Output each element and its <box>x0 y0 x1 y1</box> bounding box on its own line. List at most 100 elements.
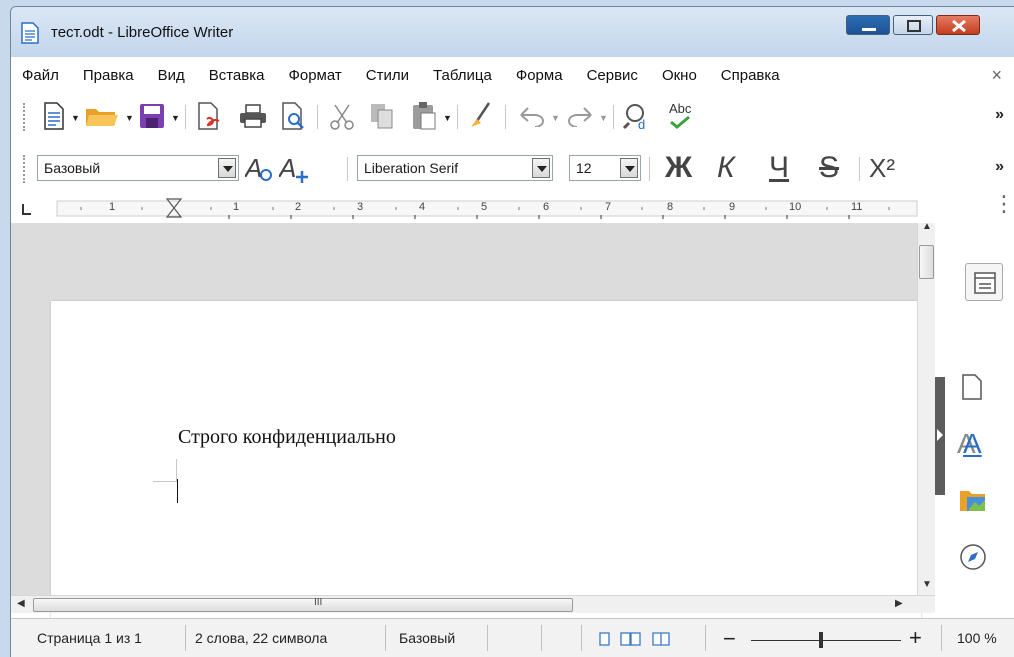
paste-icon[interactable] <box>411 101 437 131</box>
paste-dropdown-arrow[interactable]: ▼ <box>443 113 452 123</box>
status-page-count[interactable]: Страница 1 из 1 <box>37 630 142 646</box>
menu-insert[interactable]: Вставка <box>197 67 277 84</box>
document-page[interactable]: Строго конфиденциально <box>51 301 921 631</box>
font-name-combo[interactable]: Liberation Serif <box>357 155 553 181</box>
print-icon[interactable] <box>239 104 267 128</box>
bold-button[interactable]: Ж <box>665 151 692 185</box>
font-size-dropdown-arrow[interactable] <box>620 158 638 178</box>
menu-tools[interactable]: Сервис <box>575 67 650 84</box>
paragraph-style-value: Базовый <box>44 160 101 176</box>
redo-icon[interactable] <box>565 105 595 127</box>
ruler-mark: 9 <box>729 201 736 213</box>
superscript-button[interactable]: X² <box>869 153 895 184</box>
spelling-label: Abc <box>669 101 692 116</box>
sidebar-properties-button[interactable] <box>965 263 1003 301</box>
toolbar-grip[interactable] <box>23 155 26 183</box>
vertical-scroll-thumb[interactable] <box>919 245 934 279</box>
spelling-icon[interactable] <box>669 115 693 129</box>
toolbar-separator <box>317 105 318 129</box>
save-dropdown-arrow[interactable]: ▼ <box>171 113 180 123</box>
document-canvas[interactable]: Строго конфиденциально <box>11 223 921 631</box>
horizontal-scroll-thumb[interactable]: III <box>33 597 573 612</box>
scroll-up-arrow-icon[interactable]: ▲ <box>922 221 932 232</box>
zoom-slider-knob[interactable] <box>819 632 823 648</box>
status-separator <box>941 625 942 651</box>
ruler-mark: 4 <box>419 201 426 213</box>
status-separator <box>581 625 582 651</box>
find-replace-icon[interactable]: d <box>623 101 655 131</box>
menu-view[interactable]: Вид <box>146 67 197 84</box>
underline-button[interactable]: Ч <box>769 151 789 185</box>
zoom-in-button[interactable]: + <box>909 625 922 651</box>
menu-styles[interactable]: Стили <box>354 67 421 84</box>
menu-form[interactable]: Форма <box>504 67 575 84</box>
toolbar-separator <box>613 105 614 129</box>
menu-window[interactable]: Окно <box>650 67 709 84</box>
open-dropdown-arrow[interactable]: ▼ <box>125 113 134 123</box>
copy-icon[interactable] <box>369 102 395 130</box>
horizontal-ruler[interactable]: 1 1 2 3 4 5 6 7 8 9 10 11 <box>11 195 947 223</box>
font-size-combo[interactable]: 12 <box>569 155 641 181</box>
minimize-icon <box>862 28 876 31</box>
menu-file[interactable]: Файл <box>11 67 71 84</box>
document-text[interactable]: Строго конфиденциально <box>178 426 396 449</box>
sidebar-menu-icon[interactable]: ⋮ <box>993 191 1014 217</box>
gallery-icon[interactable] <box>959 487 987 513</box>
status-word-count[interactable]: 2 слова, 22 символа <box>195 630 327 646</box>
status-bar: Страница 1 из 1 2 слова, 22 символа Базо… <box>11 618 1014 657</box>
status-separator <box>705 625 706 651</box>
view-layout-icons[interactable] <box>599 631 683 647</box>
minimize-button[interactable] <box>846 15 890 35</box>
export-pdf-icon[interactable] <box>197 101 223 131</box>
toolbar-overflow-button[interactable]: » <box>995 158 1004 176</box>
maximize-icon <box>907 20 921 32</box>
open-folder-icon[interactable] <box>85 105 119 127</box>
scroll-grip-icon: III <box>314 597 323 608</box>
toolbar-grip[interactable] <box>23 103 26 131</box>
formatting-toolbar: Базовый A A Liberation Serif 12 Ж К Ч S … <box>11 145 1014 193</box>
menu-help[interactable]: Справка <box>709 67 792 84</box>
sidebar-deck-handle[interactable] <box>935 377 945 495</box>
zoom-level[interactable]: 100 % <box>957 630 997 646</box>
menu-edit[interactable]: Правка <box>71 67 146 84</box>
zoom-slider-track[interactable] <box>751 640 901 641</box>
undo-dropdown-arrow[interactable]: ▼ <box>551 113 560 123</box>
styles-icon[interactable]: A A <box>957 429 987 457</box>
strikethrough-button[interactable]: S <box>819 151 839 185</box>
ruler-tick-track <box>22 198 918 219</box>
cut-icon[interactable] <box>329 103 355 131</box>
save-icon[interactable] <box>139 103 165 129</box>
status-page-style[interactable]: Базовый <box>399 630 455 646</box>
status-separator <box>541 625 542 651</box>
zoom-out-button[interactable]: − <box>723 626 736 652</box>
scroll-right-arrow-icon[interactable]: ▶ <box>895 598 903 609</box>
close-document-button[interactable]: × <box>991 65 1002 86</box>
menu-table[interactable]: Таблица <box>421 67 504 84</box>
scroll-left-arrow-icon[interactable]: ◀ <box>17 598 25 609</box>
ruler-mark: 5 <box>481 201 488 213</box>
redo-dropdown-arrow[interactable]: ▼ <box>599 113 608 123</box>
page-icon[interactable] <box>961 373 983 401</box>
vertical-scrollbar[interactable]: ▲ ▼ <box>917 221 935 595</box>
paragraph-style-combo[interactable]: Базовый <box>37 155 239 181</box>
font-name-dropdown-arrow[interactable] <box>532 158 550 178</box>
font-name-value: Liberation Serif <box>364 160 459 176</box>
new-style-icon[interactable]: A <box>279 155 311 183</box>
horizontal-scrollbar[interactable]: ◀ III ▶ <box>11 595 935 613</box>
standard-toolbar: ▼ ▼ ▼ ▼ ▼ ▼ d Abc » <box>11 93 1014 141</box>
clone-formatting-icon[interactable] <box>469 101 495 131</box>
new-document-icon[interactable] <box>43 101 65 131</box>
navigator-icon[interactable] <box>959 543 987 571</box>
maximize-button[interactable] <box>893 15 933 35</box>
scroll-down-arrow-icon[interactable]: ▼ <box>922 579 932 590</box>
print-preview-icon[interactable] <box>281 101 307 131</box>
status-separator <box>385 625 386 651</box>
toolbar-overflow-button[interactable]: » <box>995 106 1004 124</box>
update-style-icon[interactable]: A <box>245 155 275 183</box>
close-button[interactable] <box>936 15 980 35</box>
paragraph-style-dropdown-arrow[interactable] <box>218 158 236 178</box>
menu-format[interactable]: Формат <box>276 67 353 84</box>
undo-icon[interactable] <box>517 105 547 127</box>
italic-button[interactable]: К <box>717 151 735 185</box>
new-dropdown-arrow[interactable]: ▼ <box>71 113 80 123</box>
